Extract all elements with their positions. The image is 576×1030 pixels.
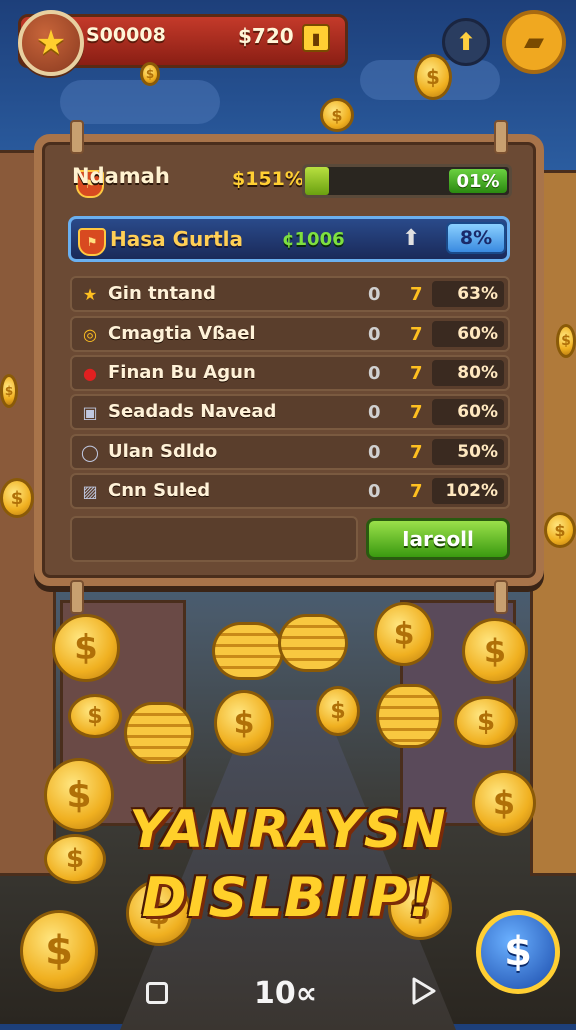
coin-stack	[278, 614, 348, 672]
arrow-up-icon: ⬆	[402, 226, 421, 251]
row-stat-b: 7	[410, 284, 423, 305]
shop-button[interactable]: ▰	[502, 10, 566, 74]
row-name: Cmagtia Vßael	[108, 323, 256, 344]
recent-apps-icon[interactable]	[146, 982, 168, 1004]
row-name: Seadads Navead	[108, 401, 277, 422]
row-name: Ulan Sdldo	[108, 441, 218, 462]
leaderboard-row[interactable]: ◯ Ulan Sdldo 0 7 50%	[70, 434, 510, 470]
panel-rope	[70, 120, 84, 154]
row-stat-a: 0	[368, 481, 381, 502]
leaderboard-row[interactable]: ◎ Cmagtia Vßael 0 7 60%	[70, 316, 510, 352]
coin-stack	[124, 702, 194, 764]
player-avatar[interactable]: ★	[18, 10, 84, 76]
row-stat-b: 7	[410, 402, 423, 423]
row-stat-a: 0	[368, 284, 381, 305]
coin: $	[414, 54, 452, 100]
coin: $	[316, 686, 360, 736]
highlighted-value: ¢1006	[282, 229, 345, 250]
star-icon: ★	[82, 284, 98, 304]
row-stat-b: 7	[410, 324, 423, 345]
coin: $	[556, 324, 576, 358]
panel-rope	[70, 580, 84, 614]
action-button[interactable]: Iareoll	[366, 518, 510, 560]
row-stat-a: 0	[368, 363, 381, 384]
row-percent: 50%	[432, 439, 504, 465]
coin-stack	[376, 684, 442, 748]
coin-stack	[212, 622, 284, 680]
player-value: $151%	[232, 168, 304, 190]
leaderboard-row[interactable]: ▨ Cnn Suled 0 7 102%	[70, 473, 510, 509]
scroll-icon: ▣	[82, 402, 98, 422]
system-nav-bar: 10∝	[0, 962, 576, 1024]
progress-label: 01%	[449, 169, 507, 193]
panel-rope	[494, 120, 508, 154]
score-counter: S00008	[86, 24, 166, 46]
row-name: Cnn Suled	[108, 480, 211, 501]
row-name: Gin tntand	[108, 283, 216, 304]
coin: $	[544, 512, 576, 548]
leaderboard-row[interactable]: ★ Gin tntand 0 7 63%	[70, 276, 510, 312]
highlighted-name: Hasa Gurtla	[110, 227, 244, 251]
coin: $	[374, 602, 434, 666]
progress-fill	[305, 167, 330, 195]
bag-icon: ▰	[524, 27, 544, 57]
progress-bar: 01%	[302, 164, 512, 198]
row-percent: 60%	[432, 321, 504, 347]
star-icon: ★	[35, 23, 67, 63]
arrow-up-icon: ⬆	[455, 28, 477, 56]
cloud	[60, 80, 220, 124]
row-percent: 102%	[432, 478, 504, 504]
row-stat-a: 0	[368, 324, 381, 345]
highlighted-pill: 8%	[446, 222, 506, 254]
coin: $	[320, 98, 354, 132]
cash-icon: ▮	[302, 24, 330, 52]
card-icon: ▨	[82, 481, 98, 501]
row-stat-a: 0	[368, 402, 381, 423]
ruby-icon: ●	[83, 363, 97, 383]
row-percent: 63%	[432, 281, 504, 307]
row-name: Finan Bu Agun	[108, 362, 256, 383]
panel-rope	[494, 580, 508, 614]
row-stat-a: 0	[368, 442, 381, 463]
coin: $	[140, 62, 160, 86]
ring-icon: ◯	[81, 442, 99, 462]
coin-icon: ◎	[83, 324, 97, 344]
leaderboard-row[interactable]: ● Finan Bu Agun 0 7 80%	[70, 355, 510, 391]
coin: $	[214, 690, 274, 756]
empty-slot	[70, 516, 358, 562]
coin: $	[52, 614, 120, 682]
row-stat-b: 7	[410, 363, 423, 384]
row-percent: 60%	[432, 399, 504, 425]
coin: $	[454, 696, 518, 748]
nav-center-label[interactable]: 10∝	[254, 976, 317, 1011]
title-line-1: YANRAYSN	[129, 800, 447, 860]
shield-icon: ⚑	[78, 228, 106, 256]
row-stat-b: 7	[410, 442, 423, 463]
row-stat-b: 7	[410, 481, 423, 502]
leaderboard-row[interactable]: ▣ Seadads Navead 0 7 60%	[70, 394, 510, 430]
player-name: Ndamah	[72, 164, 170, 188]
coin: $	[68, 694, 122, 738]
coin: $	[0, 374, 18, 408]
upgrade-button[interactable]: ⬆	[442, 18, 490, 66]
row-percent: 80%	[432, 360, 504, 386]
money-counter: $720	[238, 24, 294, 48]
coin: $	[0, 478, 34, 518]
coin: $	[462, 618, 528, 684]
